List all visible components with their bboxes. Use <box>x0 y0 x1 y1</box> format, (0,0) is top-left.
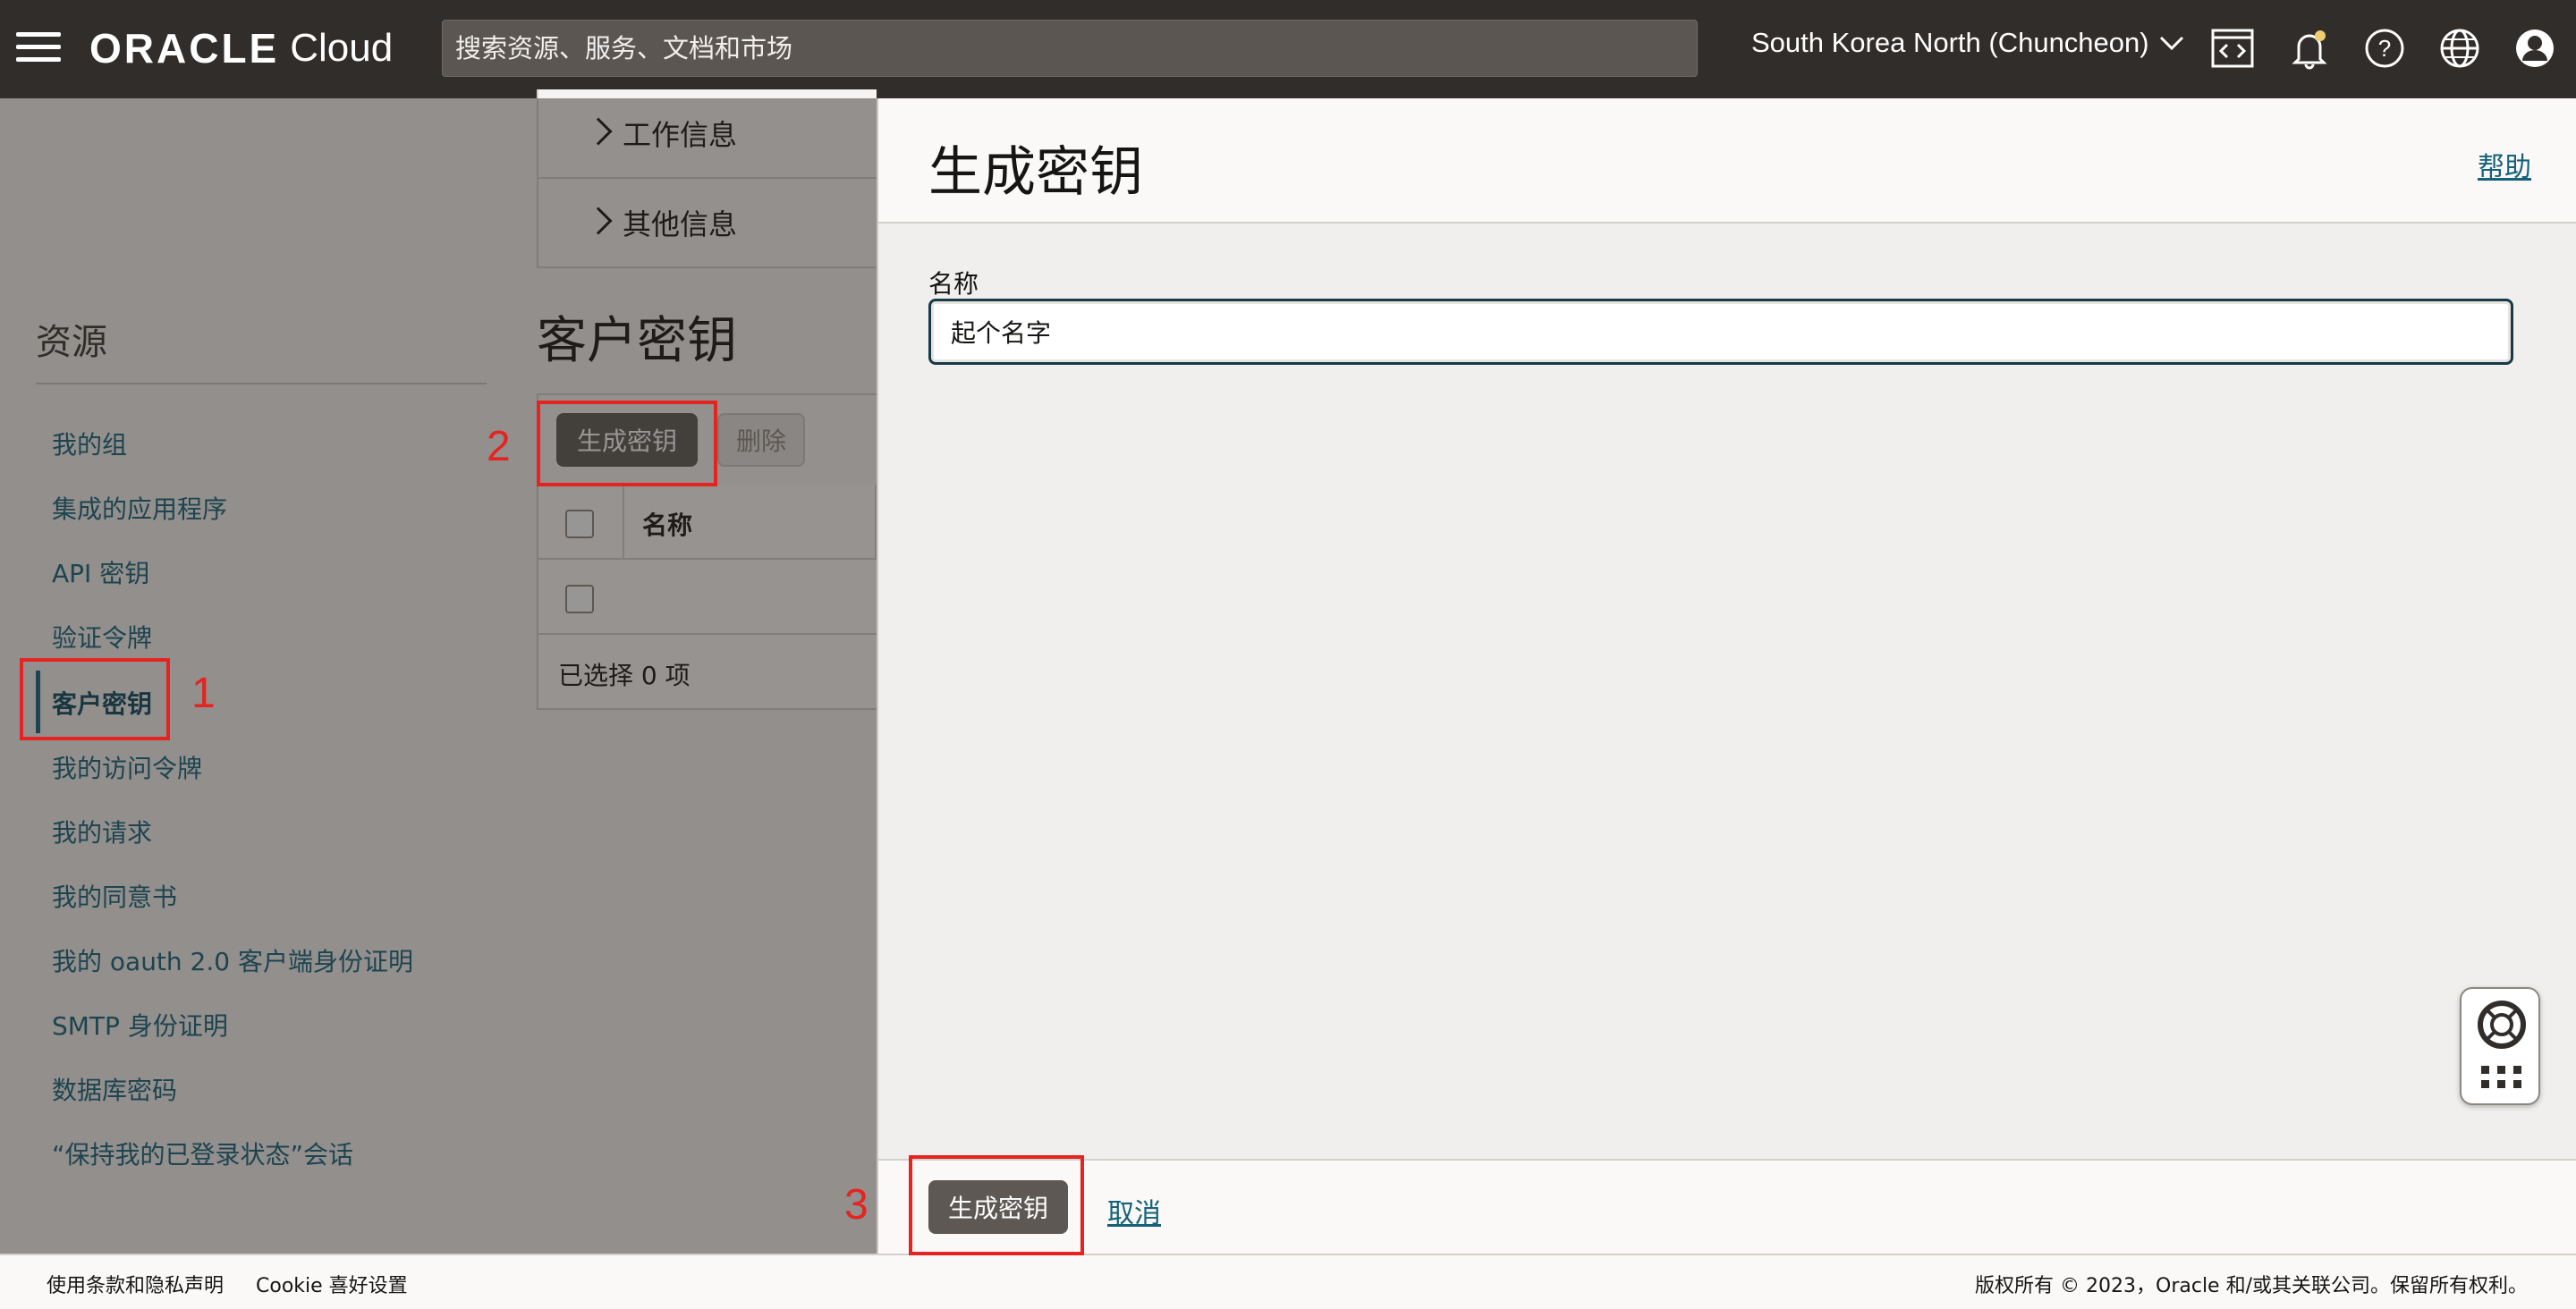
top-navigation-bar: ORACLE Cloud South Korea North (Chuncheo… <box>0 0 2576 98</box>
column-header-name: 名称 <box>642 511 693 540</box>
name-input[interactable] <box>928 299 2513 365</box>
section-title: 客户密钥 <box>537 312 737 370</box>
lifebuoy-icon <box>2478 1001 2526 1088</box>
accordion-label: 其他信息 <box>623 207 738 241</box>
resource-item-auth-tokens[interactable]: 验证令牌 <box>52 619 152 654</box>
resource-item-db-passwords[interactable]: 数据库密码 <box>52 1071 177 1107</box>
region-selector[interactable]: South Korea North (Chuncheon) <box>1751 27 2185 59</box>
column-divider <box>623 485 624 560</box>
chevron-right-icon <box>584 117 613 146</box>
oracle-cloud-logo[interactable]: ORACLE Cloud <box>89 23 393 73</box>
terms-privacy-link[interactable]: 使用条款和隐私声明 <box>47 1270 224 1298</box>
resource-item-my-access-tokens[interactable]: 我的访问令牌 <box>52 749 202 785</box>
resource-item-customer-secret-keys[interactable]: 客户密钥 <box>52 685 152 721</box>
resource-item-oauth-credentials[interactable]: 我的 oauth 2.0 客户端身份证明 <box>52 942 413 978</box>
support-widget[interactable] <box>2460 987 2540 1105</box>
cookie-preferences-link[interactable]: Cookie 喜好设置 <box>256 1270 408 1298</box>
resource-item-my-consents[interactable]: 我的同意书 <box>52 878 177 914</box>
copyright-text: 版权所有 © 2023，Oracle 和/或其关联公司。保留所有权利。 <box>1975 1275 2528 1297</box>
accordion-label: 工作信息 <box>623 118 738 152</box>
panel-header: 生成密钥 帮助 <box>878 98 2576 224</box>
active-indicator <box>36 671 40 733</box>
annotation-number-1: 1 <box>191 670 216 717</box>
chevron-right-icon <box>584 207 613 235</box>
region-label: South Korea North (Chuncheon) <box>1751 27 2149 58</box>
hamburger-menu-icon[interactable] <box>16 30 61 63</box>
cancel-link[interactable]: 取消 <box>1107 1191 1161 1230</box>
resource-item-sessions[interactable]: “保持我的已登录状态”会话 <box>52 1136 353 1171</box>
notifications-bell-icon[interactable] <box>2284 23 2334 73</box>
generate-key-button[interactable]: 生成密钥 <box>556 413 698 467</box>
help-link[interactable]: 帮助 <box>2478 145 2531 184</box>
developer-tools-icon[interactable] <box>2207 23 2258 73</box>
resource-item-smtp-credentials[interactable]: SMTP 身份证明 <box>52 1007 228 1043</box>
svg-text:?: ? <box>2378 35 2391 62</box>
select-all-checkbox[interactable] <box>565 510 594 538</box>
chevron-down-icon <box>2159 36 2183 51</box>
name-field-label: 名称 <box>928 269 979 299</box>
submit-generate-key-button[interactable]: 生成密钥 <box>928 1180 1068 1234</box>
accordion-other-info[interactable]: 其他信息 <box>537 179 877 268</box>
page-footer: 使用条款和隐私声明 Cookie 喜好设置 版权所有 © 2023，Oracle… <box>0 1254 2576 1309</box>
resource-item-api-keys[interactable]: API 密钥 <box>52 554 149 590</box>
logo-brand: ORACLE <box>89 25 280 72</box>
panel-title: 生成密钥 <box>928 141 1143 204</box>
language-globe-icon[interactable] <box>2435 23 2485 73</box>
help-question-icon[interactable]: ? <box>2360 23 2410 73</box>
row-checkbox[interactable] <box>565 585 594 613</box>
resource-item-my-requests[interactable]: 我的请求 <box>52 814 152 849</box>
keys-toolbar: 生成密钥 删除 <box>537 393 877 486</box>
annotation-number-2: 2 <box>487 423 511 470</box>
table-header-row: 名称 <box>538 485 877 560</box>
search-input[interactable] <box>442 20 1698 77</box>
user-profile-icon[interactable] <box>2510 23 2560 73</box>
annotation-number-3: 3 <box>844 1181 869 1229</box>
selection-count: 已选择 0 项 <box>538 635 877 710</box>
delete-button[interactable]: 删除 <box>717 413 805 467</box>
resources-divider <box>36 383 487 384</box>
resources-heading: 资源 <box>36 322 107 363</box>
keys-table: 名称 已选择 0 项 <box>537 485 877 710</box>
table-row <box>538 560 877 635</box>
accordion-work-info[interactable]: 工作信息 <box>537 89 877 179</box>
panel-footer: 生成密钥 取消 <box>878 1159 2576 1254</box>
generate-key-panel: 生成密钥 帮助 名称 生成密钥 取消 <box>877 98 2576 1254</box>
resource-item-my-groups[interactable]: 我的组 <box>52 426 127 461</box>
resource-item-integrated-apps[interactable]: 集成的应用程序 <box>52 490 227 526</box>
logo-product: Cloud <box>290 26 394 70</box>
